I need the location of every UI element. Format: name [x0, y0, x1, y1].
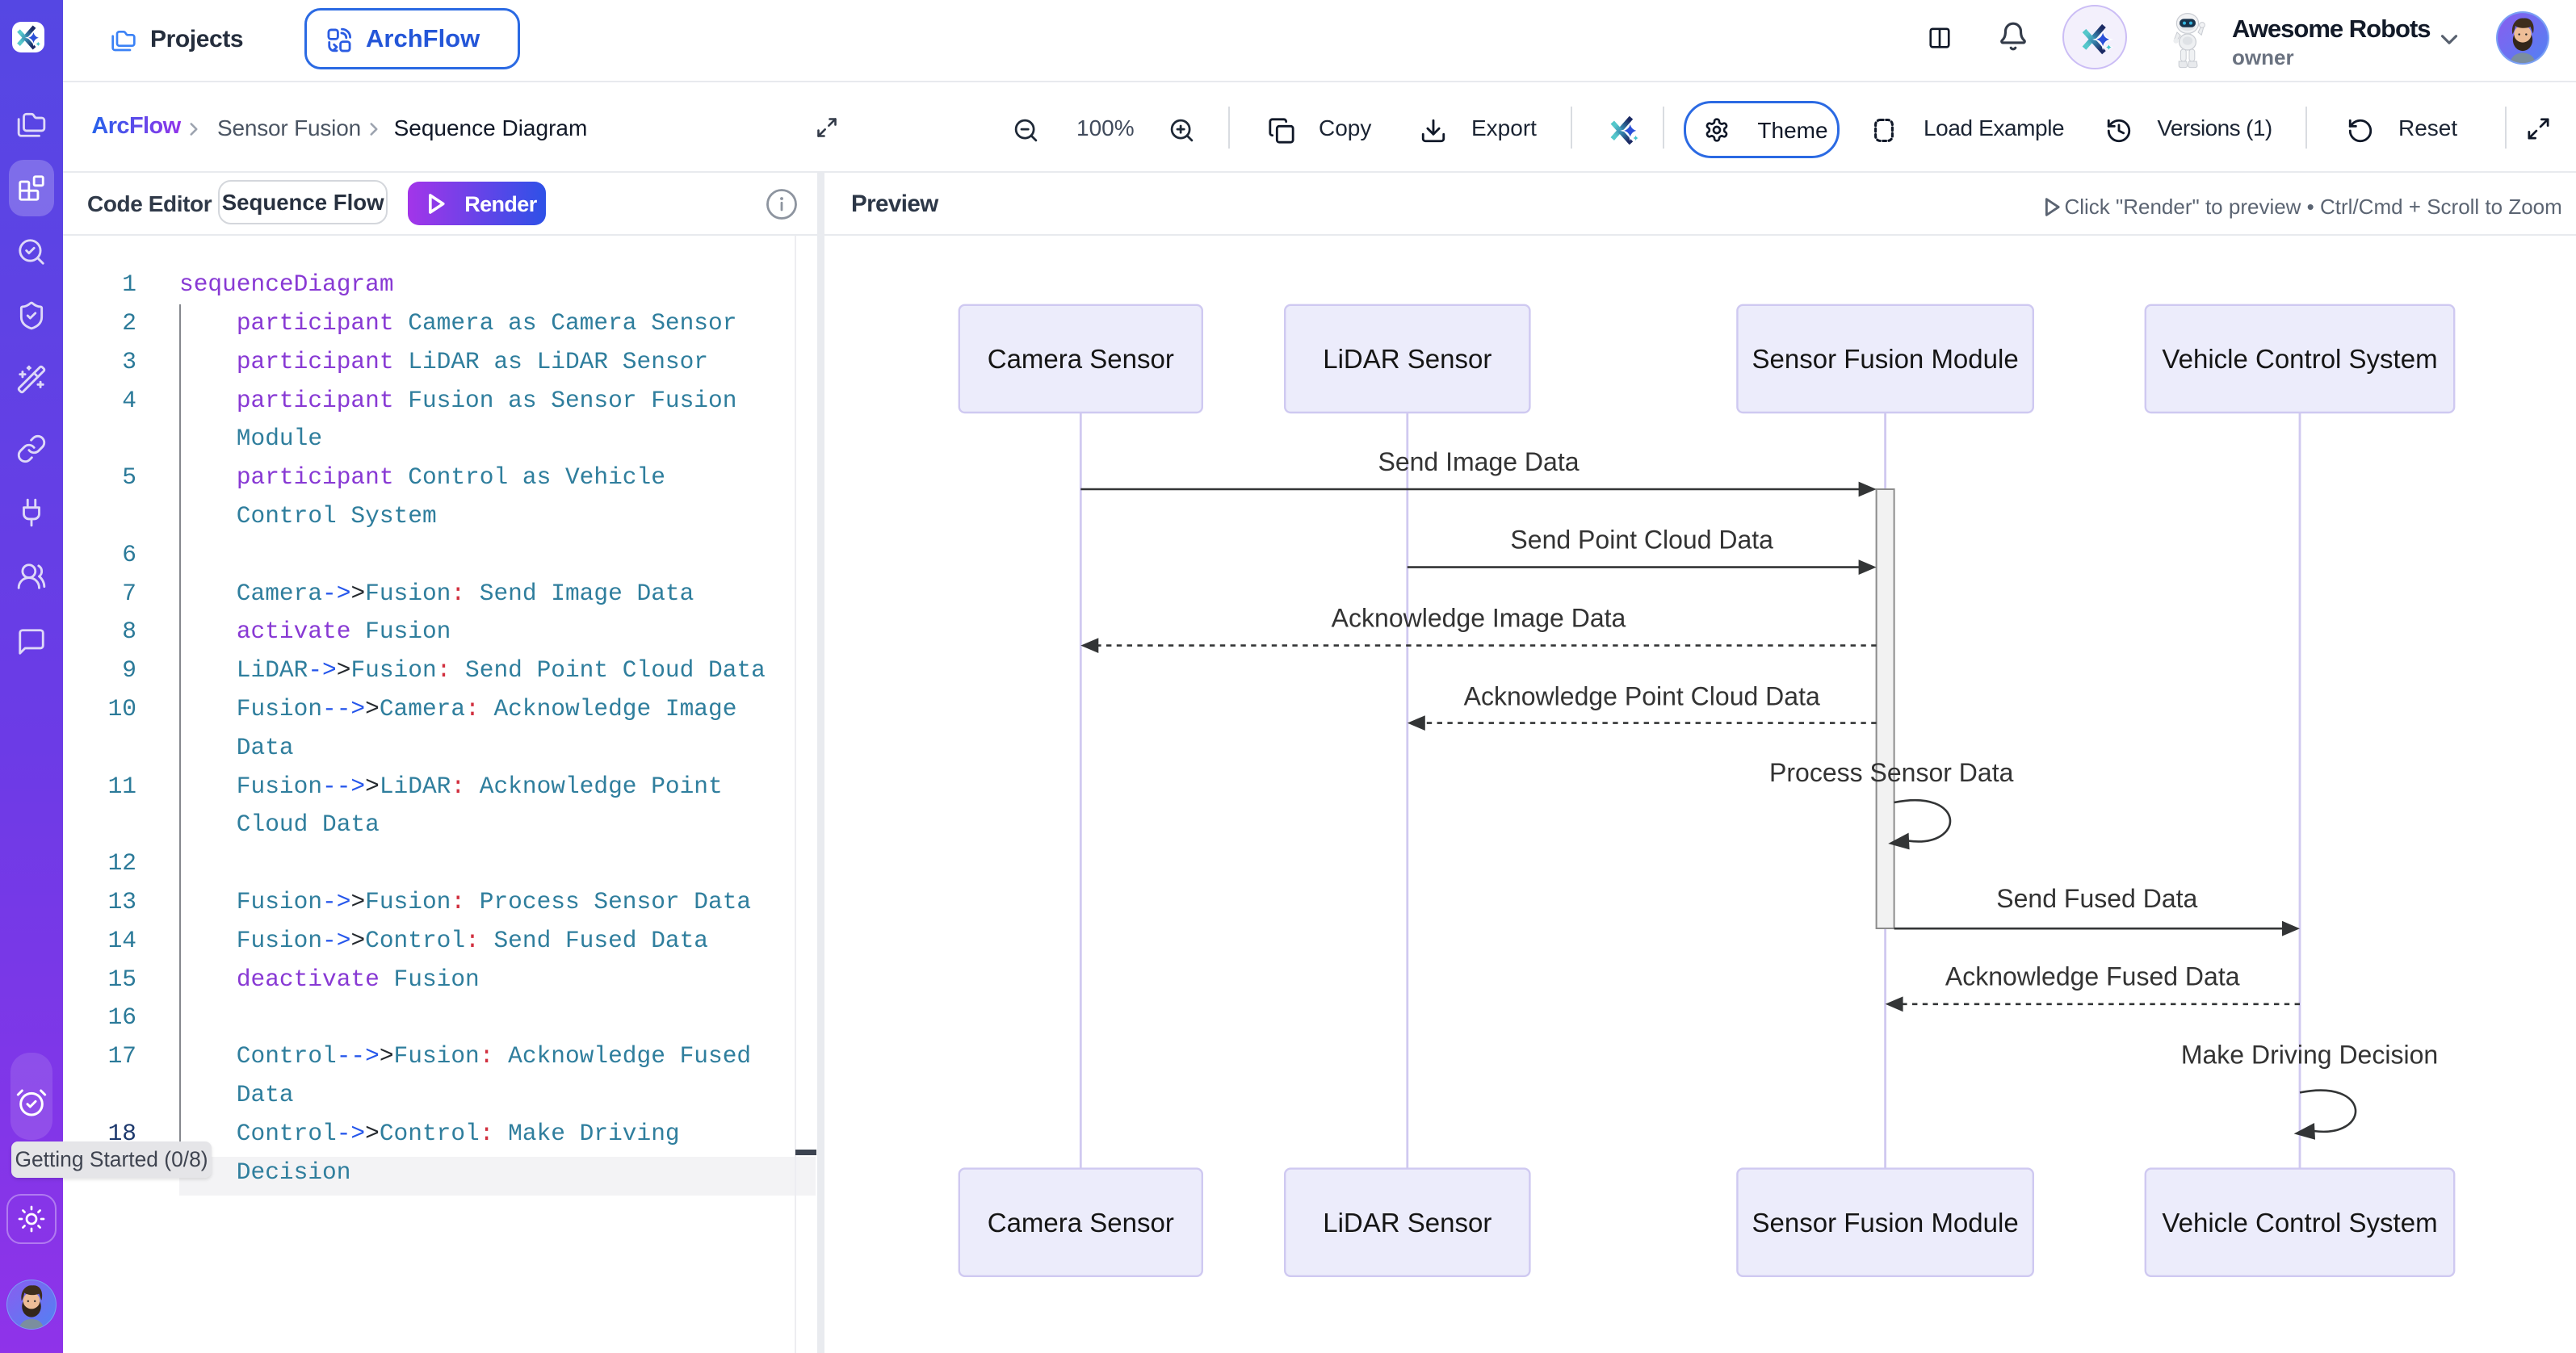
svg-text:Acknowledge Fused Data: Acknowledge Fused Data	[1945, 962, 2240, 991]
svg-text:Camera Sensor: Camera Sensor	[988, 344, 1174, 374]
svg-text:LiDAR Sensor: LiDAR Sensor	[1323, 344, 1491, 374]
svg-text:Vehicle Control System: Vehicle Control System	[2162, 344, 2437, 374]
svg-text:Sensor Fusion Module: Sensor Fusion Module	[1752, 1208, 2019, 1238]
svg-text:Send Point Cloud Data: Send Point Cloud Data	[1510, 526, 1773, 555]
svg-text:LiDAR Sensor: LiDAR Sensor	[1323, 1208, 1491, 1238]
svg-text:Camera Sensor: Camera Sensor	[988, 1208, 1174, 1238]
svg-text:Vehicle Control System: Vehicle Control System	[2162, 1208, 2437, 1238]
svg-text:Make Driving Decision: Make Driving Decision	[2181, 1040, 2438, 1069]
svg-text:Process Sensor Data: Process Sensor Data	[1769, 758, 2014, 787]
svg-text:Sensor Fusion Module: Sensor Fusion Module	[1752, 344, 2019, 374]
svg-text:Send Fused Data: Send Fused Data	[1996, 884, 2197, 913]
svg-text:Acknowledge Point Cloud Data: Acknowledge Point Cloud Data	[1464, 681, 1820, 710]
svg-text:Send Image Data: Send Image Data	[1378, 447, 1579, 476]
svg-text:Acknowledge Image Data: Acknowledge Image Data	[1332, 604, 1626, 633]
